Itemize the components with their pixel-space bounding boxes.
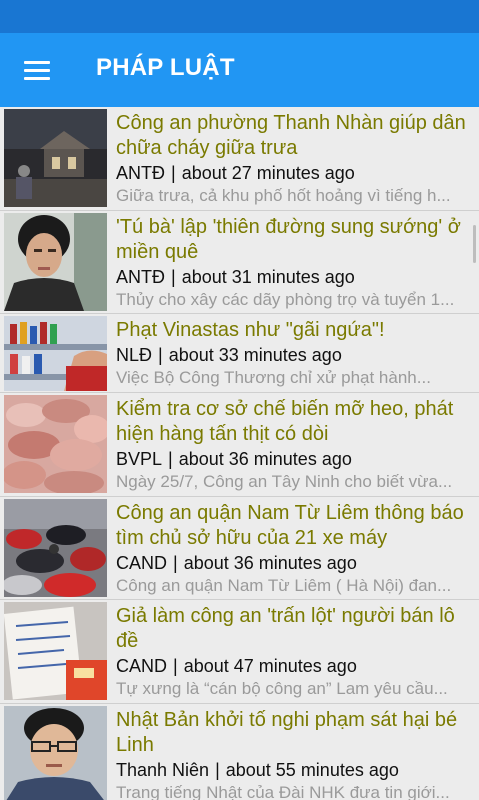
status-bar bbox=[0, 0, 479, 33]
app-bar: PHÁP LUẬT bbox=[0, 33, 479, 107]
article-meta: CAND | about 47 minutes ago bbox=[116, 656, 357, 677]
article-title: Giả làm công an 'trấn lột' người bán lô … bbox=[116, 605, 455, 653]
hamburger-menu-icon[interactable] bbox=[14, 55, 62, 87]
article-title: 'Tú bà' lập 'thiên đường sung sướng' ở m… bbox=[116, 215, 461, 263]
list-item[interactable]: Công an phường Thanh Nhàn giúp dân chữa … bbox=[0, 107, 479, 211]
article-meta: Thanh Niên | about 55 minutes ago bbox=[116, 759, 399, 780]
article-time: about 47 minutes ago bbox=[183, 656, 357, 677]
list-item[interactable]: 'Tú bà' lập 'thiên đường sung sướng' ở m… bbox=[0, 210, 479, 315]
article-source: NLĐ bbox=[116, 345, 153, 366]
article-snippet: Giữa trưa, cả khu phố hốt hoảng vì tiếng… bbox=[116, 186, 451, 205]
article-title: Công an quận Nam Từ Liêm thông báo tìm c… bbox=[116, 501, 464, 549]
article-title: Kiểm tra cơ sở chế biến mỡ heo, phát hiệ… bbox=[116, 398, 454, 446]
article-meta: BVPL | about 36 minutes ago bbox=[116, 449, 352, 470]
article-time: about 55 minutes ago bbox=[225, 759, 399, 780]
scrollbar-thumb[interactable] bbox=[473, 225, 476, 263]
page-title: PHÁP LUẬT bbox=[96, 54, 235, 81]
article-title: Nhật Bản khởi tố nghi phạm sát hại bé Li… bbox=[116, 708, 458, 756]
list-item[interactable]: Phạt Vinastas như "gãi ngứa"! NLĐ | about … bbox=[0, 314, 479, 394]
article-snippet: Công an quận Nam Từ Liêm ( Hà Nội) đan..… bbox=[116, 575, 452, 595]
article-source: ANTĐ bbox=[116, 266, 165, 287]
article-thumbnail bbox=[4, 602, 107, 701]
list-item[interactable]: Công an quận Nam Từ Liêm thông báo tìm c… bbox=[0, 496, 479, 601]
article-thumbnail bbox=[4, 395, 107, 494]
article-snippet: Tự xưng là “cán bộ công an” Lam yêu cầu.… bbox=[116, 679, 448, 699]
article-list[interactable]: Công an phường Thanh Nhàn giúp dân chữa … bbox=[0, 107, 479, 800]
article-time: about 36 minutes ago bbox=[178, 449, 352, 470]
article-snippet: Ngày 25/7, Công an Tây Ninh cho biết vừa… bbox=[116, 472, 453, 492]
article-source: CAND bbox=[116, 656, 168, 677]
article-thumbnail bbox=[4, 109, 107, 207]
article-source: ANTĐ bbox=[116, 163, 165, 183]
article-snippet: Việc Bộ Công Thương chỉ xử phạt hành... bbox=[116, 368, 431, 388]
article-title: Công an phường Thanh Nhàn giúp dân chữa … bbox=[116, 112, 466, 159]
article-time: about 27 minutes ago bbox=[181, 163, 355, 183]
article-thumbnail bbox=[4, 316, 107, 392]
article-snippet: Thủy cho xây các dãy phòng trọ và tuyển … bbox=[116, 289, 455, 309]
article-time: about 36 minutes ago bbox=[183, 552, 357, 573]
list-item[interactable]: Giả làm công an 'trấn lột' người bán lô … bbox=[0, 600, 479, 704]
article-thumbnail bbox=[4, 705, 107, 800]
article-meta: NLĐ | about 33 minutes ago bbox=[116, 345, 342, 366]
article-source: BVPL bbox=[116, 449, 163, 470]
article-time: about 33 minutes ago bbox=[168, 345, 342, 366]
article-thumbnail bbox=[4, 212, 107, 311]
article-meta: ANTĐ | about 27 minutes ago bbox=[116, 163, 355, 183]
article-meta: CAND | about 36 minutes ago bbox=[116, 552, 357, 573]
article-title: Phạt Vinastas như "gãi ngứa"! bbox=[116, 319, 385, 342]
article-source: Thanh Niên bbox=[116, 759, 210, 780]
list-item[interactable]: Nhật Bản khởi tố nghi phạm sát hại bé Li… bbox=[0, 703, 479, 800]
article-thumbnail bbox=[4, 498, 107, 597]
article-snippet: Trang tiếng Nhật của Đài NHK đưa tin giớ… bbox=[116, 782, 450, 800]
article-meta: ANTĐ | about 31 minutes ago bbox=[116, 266, 355, 287]
article-time: about 31 minutes ago bbox=[181, 266, 355, 287]
list-item[interactable]: Kiểm tra cơ sở chế biến mỡ heo, phát hiệ… bbox=[0, 393, 479, 497]
article-source: CAND bbox=[116, 552, 168, 573]
